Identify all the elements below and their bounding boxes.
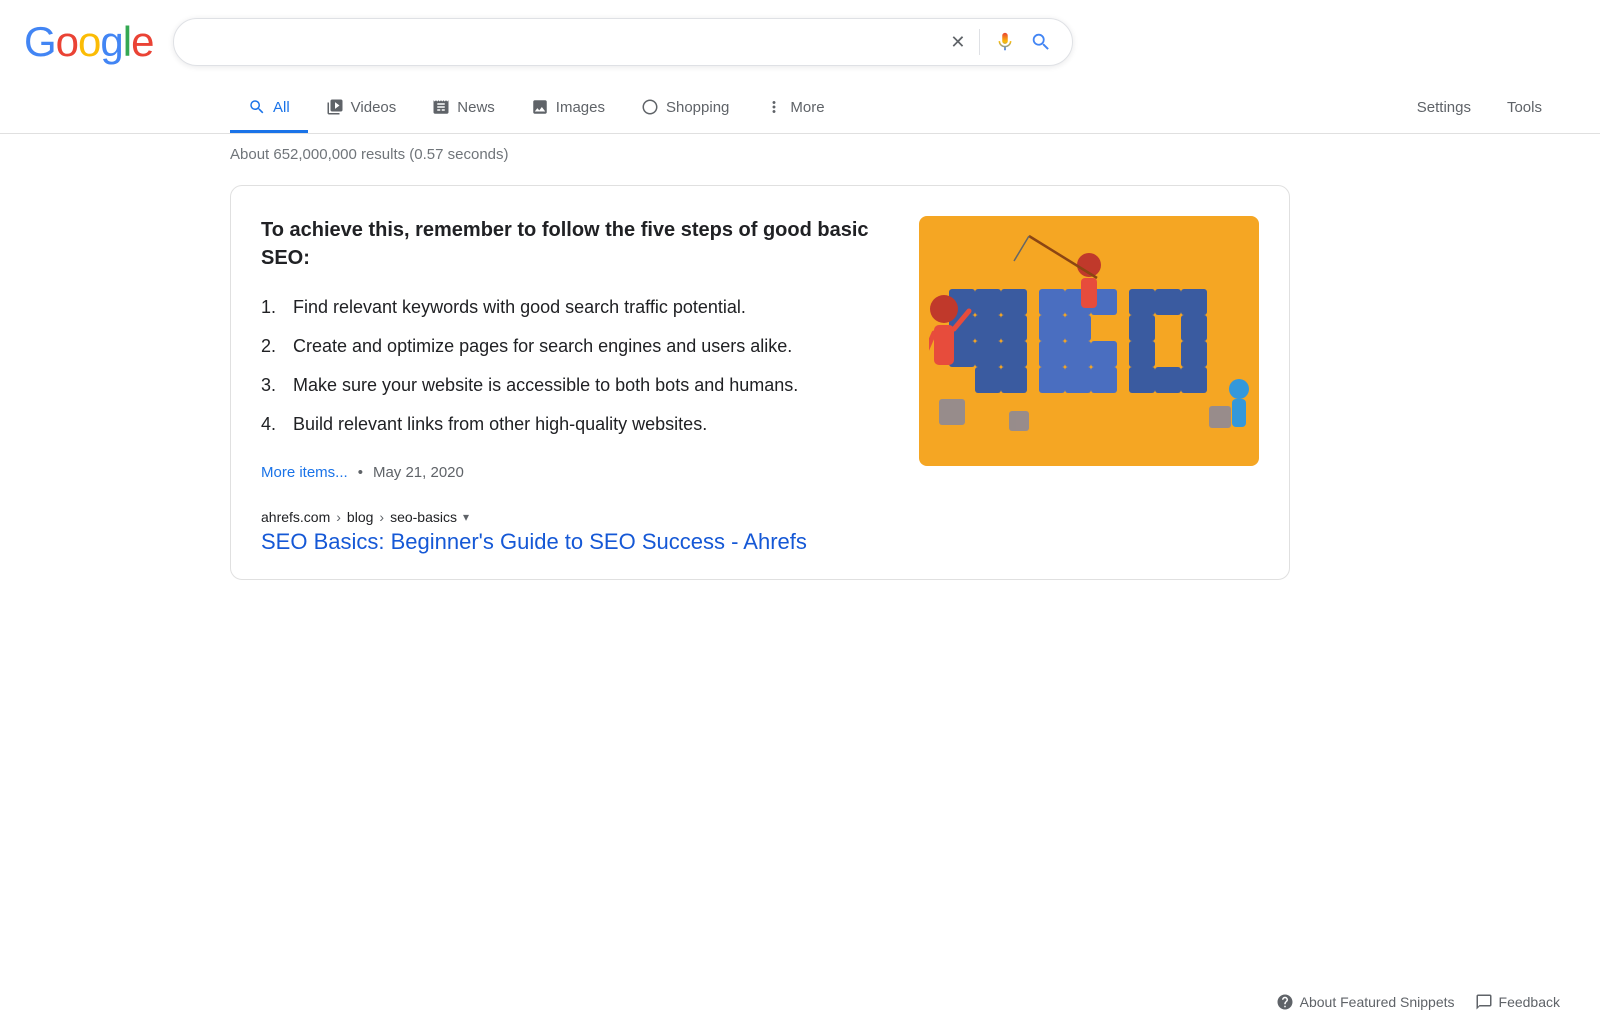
tab-settings[interactable]: Settings: [1399, 85, 1489, 133]
list-item: 2. Create and optimize pages for search …: [261, 327, 889, 366]
source-line: ahrefs.com › blog › seo-basics ▾: [261, 499, 1259, 525]
footer-dot: •: [358, 464, 363, 481]
seo-svg-illustration: [929, 221, 1249, 461]
snippet-card: To achieve this, remember to follow the …: [230, 185, 1290, 580]
logo-o1: o: [56, 18, 78, 65]
feedback-link[interactable]: Feedback: [1475, 993, 1560, 1011]
list-text-4: Build relevant links from other high-qua…: [293, 411, 707, 438]
all-search-icon: [248, 98, 266, 116]
microphone-icon: [994, 31, 1016, 53]
list-text-1: Find relevant keywords with good search …: [293, 294, 746, 321]
arrow-annotation: [0, 565, 50, 785]
source-domain: ahrefs.com: [261, 509, 330, 525]
tab-images[interactable]: Images: [513, 84, 623, 133]
about-snippets-label: About Featured Snippets: [1300, 994, 1455, 1010]
news-icon: [432, 98, 450, 116]
list-item: 4. Build relevant links from other high-…: [261, 405, 889, 444]
snippet-date: May 21, 2020: [373, 464, 464, 481]
list-num-4: 4.: [261, 411, 285, 438]
tab-videos[interactable]: Videos: [308, 84, 415, 133]
source-path1: blog: [347, 509, 373, 525]
nav-tabs: All Videos News Images Shopping More Set…: [0, 84, 1600, 134]
snippet-text: To achieve this, remember to follow the …: [261, 216, 889, 481]
list-item: 1. Find relevant keywords with good sear…: [261, 288, 889, 327]
result-title-link[interactable]: SEO Basics: Beginner's Guide to SEO Succ…: [261, 529, 1259, 555]
snippet-list: 1. Find relevant keywords with good sear…: [261, 288, 889, 444]
search-divider: [979, 29, 980, 55]
search-bar-icons: [950, 29, 1052, 55]
about-snippets-link[interactable]: About Featured Snippets: [1276, 993, 1455, 1011]
logo-l: l: [123, 18, 131, 65]
nav-right: Settings Tools: [1399, 85, 1600, 133]
breadcrumb-separator-2: ›: [379, 509, 384, 525]
tab-images-label: Images: [556, 99, 605, 116]
source-dropdown-button[interactable]: ▾: [463, 510, 469, 524]
main-content: To achieve this, remember to follow the …: [0, 175, 1300, 590]
list-num-2: 2.: [261, 333, 285, 360]
list-text-2: Create and optimize pages for search eng…: [293, 333, 792, 360]
logo-g: G: [24, 18, 56, 65]
snippet-title: To achieve this, remember to follow the …: [261, 216, 889, 272]
logo-o2: o: [78, 18, 100, 65]
snippet-footer: More items... • May 21, 2020: [261, 464, 889, 481]
list-text-3: Make sure your website is accessible to …: [293, 372, 798, 399]
feedback-label: Feedback: [1499, 994, 1560, 1010]
feedback-icon: [1475, 993, 1493, 1011]
source-path2: seo-basics: [390, 509, 457, 525]
tab-shopping-label: Shopping: [666, 99, 729, 116]
snippet-image: [919, 216, 1259, 466]
list-num-1: 1.: [261, 294, 285, 321]
page-footer: About Featured Snippets Feedback: [1236, 977, 1600, 1027]
tab-all[interactable]: All: [230, 84, 308, 133]
list-item: 3. Make sure your website is accessible …: [261, 366, 889, 405]
help-circle-icon: [1276, 993, 1294, 1011]
tab-news-label: News: [457, 99, 495, 116]
tab-shopping[interactable]: Shopping: [623, 84, 747, 133]
snippet-inner: To achieve this, remember to follow the …: [261, 216, 1259, 481]
google-logo: Google: [24, 18, 153, 66]
clear-button[interactable]: [950, 32, 965, 53]
search-bar: how to do seo: [173, 18, 1073, 66]
logo-g2: g: [100, 18, 122, 65]
more-dots-icon: [765, 98, 783, 116]
tab-videos-label: Videos: [351, 99, 397, 116]
breadcrumb-separator-1: ›: [336, 509, 341, 525]
result-count-text: About 652,000,000 results (0.57 seconds): [230, 146, 509, 163]
images-icon: [531, 98, 549, 116]
list-num-3: 3.: [261, 372, 285, 399]
tab-news[interactable]: News: [414, 84, 513, 133]
search-button[interactable]: [1030, 31, 1052, 53]
shopping-icon: [641, 98, 659, 116]
result-count: About 652,000,000 results (0.57 seconds): [0, 134, 1600, 175]
search-input[interactable]: how to do seo: [194, 31, 940, 54]
close-icon: [950, 32, 965, 53]
search-icon: [1030, 31, 1052, 53]
tab-all-label: All: [273, 99, 290, 116]
videos-icon: [326, 98, 344, 116]
tab-more-label: More: [790, 99, 824, 116]
tab-tools[interactable]: Tools: [1489, 85, 1560, 133]
voice-search-button[interactable]: [994, 31, 1016, 53]
logo-e: e: [131, 18, 153, 65]
header: Google how to do seo: [0, 0, 1600, 84]
tab-more[interactable]: More: [747, 84, 842, 133]
more-items-link[interactable]: More items...: [261, 464, 348, 481]
